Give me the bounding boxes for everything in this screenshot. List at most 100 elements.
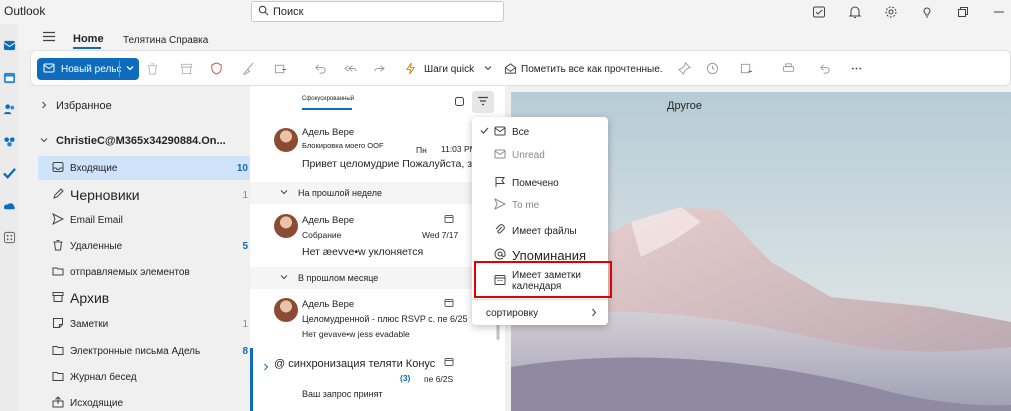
folder-label: Удаленные bbox=[70, 240, 123, 252]
filter-button[interactable] bbox=[472, 91, 494, 113]
gear-icon[interactable] bbox=[883, 2, 899, 22]
message-preview: Нет gevave•w jess evadable bbox=[302, 329, 410, 339]
checkmark-icon bbox=[480, 126, 489, 138]
trash-icon bbox=[52, 239, 64, 254]
new-mail-divider bbox=[119, 61, 120, 77]
groups-app-icon[interactable] bbox=[2, 134, 16, 148]
filter-label: Все bbox=[512, 126, 530, 138]
more-apps-icon[interactable] bbox=[2, 230, 16, 244]
filter-unread[interactable]: Unread bbox=[472, 144, 608, 166]
folder-outbox[interactable]: Исходящие bbox=[38, 391, 254, 411]
folder-pane: Избранное ChristieC@M365x34290884.On... … bbox=[18, 86, 254, 411]
calendar-icon bbox=[444, 357, 454, 370]
title-bar: Outlook Поиск bbox=[0, 0, 1011, 24]
favorites-section[interactable]: Избранное bbox=[18, 100, 112, 112]
search-icon bbox=[258, 5, 269, 19]
bell-icon[interactable] bbox=[847, 2, 863, 22]
onedrive-app-icon[interactable] bbox=[2, 198, 16, 212]
account-section[interactable]: ChristieC@M365x34290884.On... bbox=[18, 135, 226, 147]
filter-label: Имеет файлы bbox=[512, 225, 577, 237]
undo-icon[interactable] bbox=[313, 61, 327, 75]
message-sender: Адель Вере bbox=[302, 299, 355, 310]
todo-app-icon[interactable] bbox=[2, 166, 16, 180]
search-input[interactable]: Поиск bbox=[273, 6, 303, 18]
folder-notes[interactable]: Заметки 1 bbox=[38, 312, 254, 336]
report-icon[interactable] bbox=[209, 61, 223, 75]
ribbon: Новый рельс Шаги quick Пометить все как … bbox=[30, 50, 1011, 86]
delete-icon[interactable] bbox=[145, 61, 159, 75]
reply-all-icon[interactable] bbox=[343, 61, 357, 75]
folder-drafts[interactable]: Черновики 1 bbox=[38, 183, 254, 207]
group-header-last-month[interactable]: В прошлом месяце bbox=[250, 267, 494, 289]
message-preview: Ваш запрос принят bbox=[302, 389, 383, 399]
tab-home-indicator bbox=[73, 47, 101, 49]
folder-count: 1 bbox=[242, 318, 248, 330]
chevron-right-icon[interactable] bbox=[262, 362, 270, 374]
more-options-icon[interactable] bbox=[849, 61, 863, 75]
group-header-last-week[interactable]: На прошлой неделе bbox=[250, 182, 494, 204]
app-rail bbox=[0, 24, 18, 411]
chevron-down-icon bbox=[280, 188, 288, 198]
tab-view-help[interactable]: Телятина Справка bbox=[123, 35, 208, 46]
tab-home[interactable]: Home bbox=[73, 33, 104, 45]
search-box[interactable]: Поиск bbox=[251, 1, 504, 22]
mark-all-read-button[interactable]: Пометить все как прочтенные. bbox=[521, 64, 663, 75]
hamburger-icon[interactable] bbox=[42, 31, 56, 45]
folder-conversation-history[interactable]: Журнал бесед bbox=[38, 365, 254, 389]
envelope-open-icon[interactable] bbox=[503, 61, 517, 75]
folder-adele-emails[interactable]: Электронные письма Адель 8 bbox=[38, 339, 254, 363]
filter-to-me[interactable]: To me bbox=[472, 194, 608, 216]
chevron-right-icon bbox=[40, 100, 48, 112]
menu-bar: Home Телятина Справка bbox=[18, 24, 1011, 50]
filter-has-files[interactable]: Имеет файлы bbox=[472, 220, 608, 242]
snooze-icon[interactable] bbox=[705, 61, 719, 75]
folder-inbox[interactable]: Входящие 10 bbox=[38, 156, 254, 180]
filter-label: сортировку bbox=[486, 307, 539, 319]
group-label: В прошлом месяце bbox=[298, 273, 379, 283]
new-mail-button[interactable]: Новый рельс bbox=[37, 58, 139, 80]
message-sender: @ синхронизация теляти Конус bbox=[274, 358, 436, 370]
reading-folder-label: Другое bbox=[667, 100, 702, 112]
lightbulb-icon[interactable] bbox=[919, 2, 935, 22]
forward-icon[interactable] bbox=[371, 61, 385, 75]
new-mail-label: Новый рельс bbox=[61, 63, 122, 75]
avatar bbox=[274, 128, 298, 152]
folder-sent[interactable]: отправляемых элементов bbox=[38, 260, 254, 284]
folder-archive[interactable]: Архив bbox=[38, 286, 254, 310]
mail-app-icon[interactable] bbox=[2, 38, 16, 52]
chevron-down-icon[interactable] bbox=[125, 63, 135, 76]
minimize-icon[interactable] bbox=[991, 2, 1007, 22]
undo-action-icon[interactable] bbox=[817, 61, 831, 75]
message-date: Wed 7/17 bbox=[422, 230, 459, 240]
folder-icon bbox=[52, 370, 64, 385]
folder-count: 1 bbox=[242, 189, 248, 201]
highlight-box bbox=[474, 261, 612, 298]
flag-icon bbox=[494, 176, 506, 191]
archive-icon[interactable] bbox=[179, 61, 193, 75]
message-list: Сфокусированный Адель Вере Блокировка мо… bbox=[250, 86, 579, 411]
select-mode-icon[interactable] bbox=[454, 96, 466, 111]
calendar-app-icon[interactable] bbox=[2, 70, 16, 84]
people-app-icon[interactable] bbox=[2, 102, 16, 116]
filter-all[interactable]: Все bbox=[472, 121, 608, 143]
print-icon[interactable] bbox=[781, 61, 795, 75]
lightning-icon[interactable] bbox=[403, 61, 417, 75]
folder-email[interactable]: Email Email bbox=[38, 208, 254, 232]
menu-divider bbox=[472, 299, 608, 300]
tab-focused-indicator bbox=[302, 108, 352, 110]
rules-icon[interactable] bbox=[739, 61, 753, 75]
quick-steps-button[interactable]: Шаги quick bbox=[424, 64, 474, 75]
tasks-icon[interactable] bbox=[811, 2, 827, 22]
filter-label: Unread bbox=[512, 149, 545, 161]
sort-submenu[interactable]: сортировку bbox=[472, 302, 608, 324]
send-icon bbox=[52, 212, 65, 228]
filter-flagged[interactable]: Помечено bbox=[472, 172, 608, 194]
pin-icon[interactable] bbox=[677, 61, 691, 75]
quick-steps-chevron-icon[interactable] bbox=[481, 61, 495, 75]
tab-focused[interactable]: Сфокусированный bbox=[302, 96, 354, 102]
restore-window-icon[interactable] bbox=[955, 2, 971, 22]
folder-deleted[interactable]: Удаленные 5 bbox=[38, 234, 254, 258]
sweep-icon[interactable] bbox=[241, 61, 255, 75]
move-to-icon[interactable] bbox=[273, 61, 287, 75]
folder-label: Архив bbox=[70, 290, 110, 306]
